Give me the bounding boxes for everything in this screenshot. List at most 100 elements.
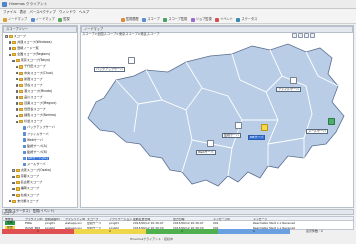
node-map-button[interactable]: ノードマップ [30, 17, 56, 23]
tab-monitor-event[interactable]: 監視(イベント) [33, 210, 55, 213]
status-count-strip: 0000 [2, 229, 354, 234]
node-icon-backup[interactable] [128, 57, 135, 64]
tree-item[interactable]: + 渋谷スコープ [15, 83, 42, 88]
node-label-file[interactable]: ファイルサーバ [276, 87, 301, 92]
toolbar-button-status[interactable]: ステータス [235, 17, 258, 23]
expand-toggle-icon[interactable]: + [5, 35, 8, 38]
menu-file[interactable]: ファイル [3, 10, 17, 14]
expand-toggle-icon[interactable]: + [15, 84, 19, 87]
tree-item[interactable]: + 大阪スコープ(Osaka) [12, 168, 51, 173]
settings-icon[interactable] [310, 33, 315, 38]
menu-help[interactable]: ヘルプ [79, 10, 89, 14]
tree-item[interactable]: + 全国スコープ(Regions) [8, 52, 50, 57]
tree-item[interactable]: 監視サーバ(A) [19, 144, 47, 149]
monitor-button[interactable]: 監視 [57, 17, 70, 23]
tree-item[interactable]: 監視サーバ(B) [19, 150, 47, 155]
tree-item[interactable]: + 福岡スコープ [12, 187, 39, 192]
tree-item[interactable]: + 目黒スコープ(Meguro) [15, 101, 56, 106]
expand-toggle-icon[interactable]: + [8, 41, 12, 44]
tab-scope-tree[interactable]: スコープツリー [6, 27, 28, 31]
expand-toggle-icon[interactable]: + [8, 199, 12, 203]
tree-item-label: 中央スコープ(Chuo) [24, 70, 53, 75]
tree-item[interactable]: バックアップサーバ [19, 126, 55, 131]
menu-perspective[interactable]: パースペクティブ [29, 10, 56, 14]
tree-item[interactable]: + スコープ [5, 34, 26, 39]
node-icon-db-warning[interactable] [261, 124, 268, 131]
expand-toggle-icon[interactable]: + [15, 77, 19, 81]
status-count-cell[interactable]: 0 [218, 229, 290, 234]
expand-toggle-icon[interactable]: + [15, 96, 19, 99]
zoom-out-icon[interactable] [298, 33, 303, 38]
expand-toggle-icon[interactable]: + [15, 71, 19, 75]
node-label-db[interactable]: DBサーバ [248, 135, 266, 140]
tree-item[interactable]: メールサーバ [19, 162, 46, 167]
node-icon-monitor[interactable] [235, 122, 242, 129]
toolbar-button-history[interactable]: 監視履歴 [120, 17, 140, 23]
tree-item[interactable]: + 札幌スコープ [12, 193, 39, 198]
expand-toggle-icon[interactable]: + [15, 102, 19, 105]
tree-item[interactable]: + 世田谷スコープ [15, 107, 46, 112]
node-label-monitor[interactable]: 監視サーバ [222, 133, 241, 138]
tree-item[interactable]: + 未分類スコープ [8, 199, 39, 204]
folder-icon [19, 83, 24, 87]
node-label-web[interactable]: Webサーバ [196, 150, 216, 155]
menu-view[interactable]: 表示 [20, 10, 27, 14]
tree-item[interactable]: + 登録ノード一覧 [8, 46, 39, 51]
perspective-button[interactable]: ノードマップ [2, 17, 28, 23]
node-label-backup[interactable]: バックアップサーバ [94, 67, 125, 72]
total-count: 表示件数 : 2 [306, 229, 323, 233]
menu-window[interactable]: ウィンドウ [59, 10, 76, 14]
expand-toggle-icon[interactable]: + [12, 169, 15, 172]
tree-item[interactable]: ファイルサーバ [19, 132, 49, 137]
folder-icon [15, 193, 20, 197]
status-count-cell[interactable]: 0 [74, 229, 146, 234]
node-label-mail[interactable]: メールサーバ [306, 129, 328, 134]
tree-item[interactable]: + 千代田スコープ [15, 65, 46, 70]
tree-item[interactable]: + 名古屋スコープ [12, 180, 42, 185]
toolbar-label: スコープ [147, 17, 160, 22]
expand-toggle-icon[interactable]: + [15, 114, 19, 118]
tree-item[interactable]: + 港スコープ(Minato) [15, 89, 52, 94]
toolbar-button-scope[interactable]: スコープ [141, 17, 161, 23]
scope-tree-panel: スコープツリー + スコープ + 共通スコープ(Windows) + 登録ノード一覧 + 全国… [2, 25, 78, 208]
expand-toggle-icon[interactable]: + [12, 193, 15, 197]
toolbar-button-event[interactable]: イベント [214, 17, 234, 23]
app-window: Hinemos クライアント ファイル 表示 パースペクティブ ウィンドウ ヘル… [0, 0, 356, 244]
tree-item[interactable]: + 品川スコープ [15, 95, 42, 100]
expand-toggle-icon[interactable]: + [12, 59, 15, 63]
folder-icon [15, 169, 20, 173]
tree-item[interactable]: + 新宿スコープ [15, 77, 42, 82]
folder-icon [15, 175, 20, 179]
expand-toggle-icon[interactable]: + [8, 47, 12, 50]
node-icon-file[interactable] [290, 77, 297, 84]
expand-toggle-icon[interactable]: + [12, 187, 15, 191]
node-icon-web[interactable] [207, 140, 214, 147]
expand-toggle-icon[interactable]: + [8, 53, 12, 57]
tree-item[interactable]: DBサーバ(01) [19, 156, 50, 161]
tree-item[interactable]: + 東京スコープ(Tokyo) [12, 58, 50, 63]
expand-toggle-icon [19, 139, 22, 142]
tree-item[interactable]: Webサーバ [19, 138, 43, 143]
node-icon-mail-ok[interactable] [328, 118, 335, 125]
expand-toggle-icon[interactable]: + [15, 90, 19, 93]
tree-item[interactable]: + 練馬スコープ(Nerima) [15, 113, 56, 118]
expand-toggle-icon[interactable]: + [15, 120, 19, 124]
window-title: Hinemos クライアント [9, 2, 48, 6]
toolbar-button-job[interactable]: ジョブ監視 [190, 17, 213, 23]
tree-item[interactable]: + 京都スコープ [12, 174, 39, 179]
expand-toggle-icon [19, 133, 22, 136]
expand-toggle-icon[interactable]: + [15, 65, 19, 69]
expand-toggle-icon[interactable]: + [12, 175, 15, 179]
tree-item[interactable]: + 中央スコープ(Chuo) [15, 70, 53, 76]
zoom-in-icon[interactable] [292, 33, 297, 38]
tab-node-map[interactable]: ノードマップ [84, 27, 103, 31]
folder-icon [19, 95, 24, 100]
tree-item[interactable]: + 共通スコープ(Windows) [8, 40, 52, 45]
status-count-cell[interactable]: 0 [2, 229, 74, 234]
expand-toggle-icon[interactable]: + [15, 108, 19, 111]
tree-item[interactable]: + 杉並スコープ [15, 119, 42, 124]
refresh-icon[interactable] [304, 33, 309, 38]
status-count-cell[interactable]: 0 [146, 229, 218, 234]
expand-toggle-icon[interactable]: + [12, 181, 15, 185]
toolbar-button-scope-monitor[interactable]: スコープ監視 [162, 17, 188, 23]
